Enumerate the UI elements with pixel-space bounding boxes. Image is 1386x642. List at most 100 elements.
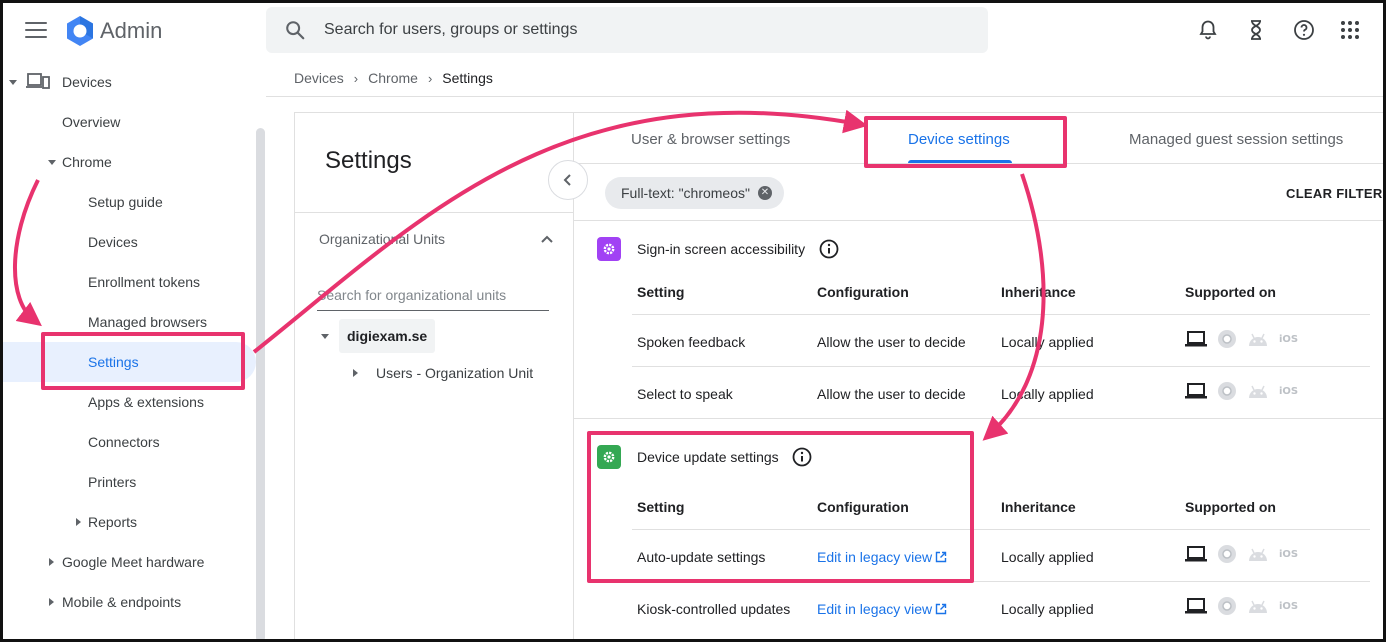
sidebar-item-connectors[interactable]: Connectors	[0, 422, 256, 462]
chrome-icon	[1218, 597, 1236, 615]
caret-right-icon	[49, 598, 54, 606]
caret-down-icon	[9, 80, 17, 85]
devices-icon	[26, 73, 50, 89]
caret-down-icon[interactable]	[321, 334, 329, 339]
filter-chip-label: Full-text: "chromeos"	[621, 185, 750, 201]
org-unit-search-input[interactable]: Search for organizational units	[317, 283, 549, 311]
supported-platforms: iOS	[1185, 381, 1298, 401]
org-unit-root[interactable]: digiexam.se	[339, 319, 436, 353]
col-header-inheritance: Inheritance	[1001, 284, 1076, 300]
row-divider	[632, 529, 1370, 530]
breadcrumb-chrome[interactable]: Chrome	[368, 70, 418, 86]
breadcrumb-devices[interactable]: Devices	[294, 70, 344, 86]
supported-platforms: iOS	[1185, 596, 1298, 616]
header-divider	[266, 96, 1386, 97]
col-header-configuration: Configuration	[817, 284, 909, 300]
setting-inheritance: Locally applied	[1001, 601, 1094, 617]
tasks-hourglass-icon[interactable]	[1244, 18, 1268, 42]
clear-filters-button[interactable]: CLEAR FILTERS	[1286, 186, 1386, 201]
col-header-inheritance: Inheritance	[1001, 499, 1076, 515]
info-icon[interactable]	[819, 239, 839, 259]
col-header-setting: Setting	[637, 499, 685, 515]
supported-platforms: iOS	[1185, 329, 1298, 349]
sidebar-item-printers[interactable]: Printers	[0, 462, 256, 502]
caret-down-icon	[48, 160, 56, 165]
setting-inheritance: Locally applied	[1001, 549, 1094, 565]
sidebar-item-chrome[interactable]: Chrome	[0, 142, 256, 182]
chevron-left-icon	[563, 174, 571, 186]
breadcrumb: Devices › Chrome › Settings	[294, 70, 493, 86]
setting-inheritance: Locally applied	[1001, 386, 1094, 402]
col-header-setting: Setting	[637, 284, 685, 300]
ios-icon: iOS	[1279, 385, 1299, 397]
org-unit-child[interactable]: Users - Organization Unit	[376, 365, 533, 381]
setting-name: Select to speak	[637, 386, 733, 402]
chevron-up-icon[interactable]	[540, 232, 554, 246]
sidebar-item-overview[interactable]: Overview	[0, 102, 256, 142]
sidebar-item-enrollment-tokens[interactable]: Enrollment tokens	[0, 262, 256, 302]
search-icon	[286, 21, 305, 40]
laptop-icon	[1185, 383, 1207, 399]
edit-legacy-link[interactable]: Edit in legacy view	[817, 549, 947, 565]
remove-filter-icon[interactable]: ✕	[757, 186, 772, 200]
sidebar-item-devices[interactable]: Devices	[0, 62, 256, 102]
main-menu-icon[interactable]	[22, 18, 50, 42]
tab-device-settings[interactable]: Device settings	[908, 131, 1010, 148]
collapse-panel-button[interactable]	[548, 160, 588, 200]
sidebar-item-settings[interactable]: Settings	[0, 342, 256, 382]
chrome-icon	[1218, 545, 1236, 563]
help-icon[interactable]	[1292, 18, 1316, 42]
info-icon[interactable]	[792, 447, 812, 467]
gear-icon	[597, 445, 621, 469]
sidebar-item-mobile-endpoints[interactable]: Mobile & endpoints	[0, 582, 256, 622]
external-link-icon	[935, 551, 947, 563]
sidebar-item-google-meet-hardware[interactable]: Google Meet hardware	[0, 542, 256, 582]
laptop-icon	[1185, 546, 1207, 562]
gear-icon	[597, 237, 621, 261]
search-input[interactable]: Search for users, groups or settings	[324, 21, 577, 39]
caret-right-icon[interactable]	[353, 369, 358, 377]
sidebar-item-reports[interactable]: Reports	[0, 502, 256, 542]
supported-platforms: iOS	[1185, 544, 1298, 564]
filter-chip[interactable]: Full-text: "chromeos" ✕	[605, 177, 784, 209]
section-divider	[574, 418, 1386, 419]
android-icon	[1249, 600, 1267, 613]
edit-legacy-link[interactable]: Edit in legacy view	[817, 601, 947, 617]
caret-right-icon	[49, 558, 54, 566]
setting-name: Kiosk-controlled updates	[637, 601, 791, 617]
row-divider	[632, 366, 1370, 367]
android-icon	[1249, 333, 1267, 346]
page-title: Settings	[325, 147, 412, 174]
notifications-bell-icon[interactable]	[1196, 18, 1220, 42]
sidebar-item-setup-guide[interactable]: Setup guide	[0, 182, 256, 222]
ios-icon: iOS	[1279, 548, 1299, 560]
sidebar-item-chrome-devices[interactable]: Devices	[0, 222, 256, 262]
setting-configuration: Allow the user to decide	[817, 386, 966, 402]
global-search-box[interactable]: Search for users, groups or settings	[266, 7, 988, 53]
org-units-heading: Organizational Units	[319, 231, 446, 247]
row-divider	[632, 581, 1370, 582]
sidebar-scrollbar[interactable]	[256, 128, 265, 642]
filter-divider	[574, 220, 1386, 221]
sidebar-nav: Devices Overview Chrome Setup guide Devi…	[0, 62, 266, 642]
apps-grid-icon[interactable]	[1338, 18, 1362, 42]
col-header-configuration: Configuration	[817, 499, 909, 515]
settings-main-panel: User & browser settings Device settings …	[574, 112, 1386, 642]
chevron-right-icon: ›	[353, 70, 359, 86]
top-app-bar: Admin Search for users, groups or settin…	[0, 0, 1386, 62]
tab-user-browser-settings[interactable]: User & browser settings	[631, 131, 790, 148]
chrome-icon	[1218, 382, 1236, 400]
col-header-supported-on: Supported on	[1185, 499, 1276, 515]
chrome-icon	[1218, 330, 1236, 348]
tabs-divider	[574, 163, 1386, 164]
android-icon	[1249, 548, 1267, 561]
tab-managed-guest-session-settings[interactable]: Managed guest session settings	[1129, 131, 1343, 148]
external-link-icon	[935, 603, 947, 615]
caret-right-icon	[76, 518, 81, 526]
org-panel-divider	[295, 212, 573, 213]
laptop-icon	[1185, 598, 1207, 614]
ios-icon: iOS	[1279, 600, 1299, 612]
sidebar-item-managed-browsers[interactable]: Managed browsers	[0, 302, 256, 342]
sidebar-item-apps-extensions[interactable]: Apps & extensions	[0, 382, 256, 422]
row-divider	[632, 314, 1370, 315]
